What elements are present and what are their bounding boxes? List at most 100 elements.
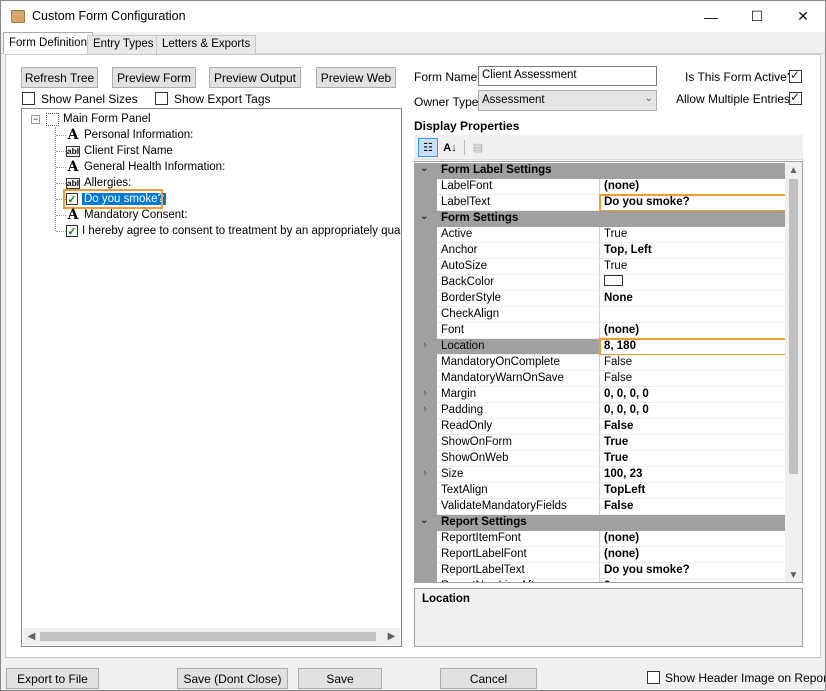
property-value[interactable]: Do you smoke? <box>600 563 787 579</box>
tree-node-client-first-name[interactable]: abl Client First Name <box>66 143 173 159</box>
property-value[interactable]: 0, 0, 0, 0 <box>600 403 787 419</box>
scroll-down-icon[interactable]: ▼ <box>785 567 802 582</box>
property-row[interactable]: BorderStyle None <box>415 291 787 307</box>
property-row[interactable]: ShowOnForm True <box>415 435 787 451</box>
property-grid[interactable]: ⌄ Form Label Settings LabelFont (none) Label… <box>414 161 803 583</box>
property-row[interactable]: ReadOnly False <box>415 419 787 435</box>
save-button[interactable]: Save <box>298 668 382 689</box>
property-row[interactable]: BackColor <box>415 275 787 291</box>
collapse-toggle-icon[interactable]: − <box>31 115 40 124</box>
chevron-down-icon[interactable]: ⌄ <box>420 163 428 174</box>
property-value-text: None <box>604 292 633 304</box>
property-name: MandatoryWarnOnSave <box>437 371 600 387</box>
refresh-tree-button[interactable]: Refresh Tree <box>21 67 98 88</box>
chevron-right-icon[interactable]: › <box>423 403 427 415</box>
property-value[interactable]: 100, 23 <box>600 467 787 483</box>
property-row[interactable]: Anchor Top, Left <box>415 243 787 259</box>
scroll-left-icon[interactable]: ◀ <box>23 628 40 645</box>
property-value[interactable]: True <box>600 259 787 275</box>
tree-node-consent-agreement[interactable]: ✓ I hereby agree to consent to treatment… <box>66 223 401 239</box>
property-row[interactable]: AutoSize True <box>415 259 787 275</box>
scroll-right-icon[interactable]: ▶ <box>383 628 400 645</box>
chevron-down-icon[interactable]: ⌄ <box>420 211 428 222</box>
property-value[interactable]: False <box>600 371 787 387</box>
tab-letters-exports[interactable]: Letters & Exports <box>156 35 257 54</box>
property-row[interactable]: ReportLabelFont (none) <box>415 547 787 563</box>
scroll-thumb[interactable] <box>40 632 376 641</box>
export-to-file-button[interactable]: Export to File <box>6 668 99 689</box>
save-dont-close-button[interactable]: Save (Dont Close) <box>177 668 288 689</box>
property-value[interactable]: True <box>600 435 787 451</box>
property-row[interactable]: TextAlign TopLeft <box>415 483 787 499</box>
property-value[interactable]: (none) <box>600 179 787 195</box>
form-name-input[interactable]: Client Assessment <box>478 66 657 86</box>
chevron-right-icon[interactable]: › <box>423 467 427 479</box>
property-row[interactable]: MandatoryOnComplete False <box>415 355 787 371</box>
minimize-button[interactable]: — <box>688 1 734 32</box>
property-value[interactable]: (none) <box>600 323 787 339</box>
tree-horizontal-scrollbar[interactable]: ◀ ▶ <box>23 628 400 645</box>
property-value[interactable]: False <box>600 419 787 435</box>
property-row[interactable]: ShowOnWeb True <box>415 451 787 467</box>
tab-entry-types[interactable]: Entry Types <box>87 35 160 54</box>
property-value[interactable]: (none) <box>600 547 787 563</box>
scroll-thumb[interactable] <box>789 179 798 474</box>
property-category[interactable]: ⌄ Form Settings <box>415 211 787 227</box>
chevron-right-icon[interactable]: › <box>423 387 427 399</box>
property-category[interactable]: ⌄ Report Settings <box>415 515 787 531</box>
tree-node-personal-information[interactable]: A Personal Information: <box>66 127 194 143</box>
preview-output-button[interactable]: Preview Output <box>209 67 301 88</box>
property-value[interactable] <box>600 275 787 291</box>
property-row[interactable]: MandatoryWarnOnSave False <box>415 371 787 387</box>
property-row[interactable]: LabelFont (none) <box>415 179 787 195</box>
property-value[interactable]: True <box>600 227 787 243</box>
property-value[interactable]: TopLeft <box>600 483 787 499</box>
form-active-checkbox[interactable] <box>789 68 802 83</box>
panel-icon <box>46 112 59 126</box>
tree-node-mandatory-consent[interactable]: A Mandatory Consent: <box>66 207 188 223</box>
scroll-up-icon[interactable]: ▲ <box>785 162 802 179</box>
categorized-view-icon[interactable]: ☷ <box>418 138 438 157</box>
tree-node-main-form-panel[interactable]: Main Form Panel <box>46 111 151 127</box>
property-row[interactable]: Font (none) <box>415 323 787 339</box>
show-header-image-checkbox[interactable] <box>647 671 660 684</box>
property-value[interactable]: None <box>600 291 787 307</box>
show-export-tags-checkbox[interactable] <box>155 92 168 105</box>
property-name: ValidateMandatoryFields <box>437 499 600 515</box>
chevron-right-icon[interactable]: › <box>423 339 427 351</box>
close-button[interactable]: ✕ <box>780 1 825 32</box>
property-value[interactable]: 0 <box>600 579 787 582</box>
property-row[interactable]: ReportNewLineAfter 0 <box>415 579 787 582</box>
property-row[interactable]: › Padding 0, 0, 0, 0 <box>415 403 787 419</box>
property-category[interactable]: ⌄ Form Label Settings <box>415 163 787 179</box>
property-value[interactable]: False <box>600 499 787 515</box>
property-value[interactable]: False <box>600 355 787 371</box>
owner-type-select[interactable]: Assessment ⌄ <box>478 90 657 111</box>
property-row[interactable]: › Margin 0, 0, 0, 0 <box>415 387 787 403</box>
property-row[interactable]: ValidateMandatoryFields False <box>415 499 787 515</box>
property-pages-icon[interactable]: ▤ <box>468 138 488 157</box>
property-grid-vertical-scrollbar[interactable]: ▲ ▼ <box>785 162 802 582</box>
preview-web-button[interactable]: Preview Web <box>316 67 396 88</box>
property-row[interactable]: › Size 100, 23 <box>415 467 787 483</box>
maximize-button[interactable]: ☐ <box>734 1 780 32</box>
tree-node-general-health-information[interactable]: A General Health Information: <box>66 159 226 175</box>
property-value[interactable]: 0, 0, 0, 0 <box>600 387 787 403</box>
property-name: LabelFont <box>437 179 600 195</box>
allow-multiple-entries-checkbox[interactable] <box>789 90 802 105</box>
form-tree-view[interactable]: − Main Form Panel A Personal Information… <box>21 108 402 647</box>
alphabetical-sort-icon[interactable]: A↓ <box>440 138 460 157</box>
property-value[interactable]: Top, Left <box>600 243 787 259</box>
show-panel-sizes-checkbox[interactable] <box>22 92 35 105</box>
property-row[interactable]: Active True <box>415 227 787 243</box>
preview-form-button[interactable]: Preview Form <box>112 67 196 88</box>
property-row[interactable]: ReportItemFont (none) <box>415 531 787 547</box>
cancel-button[interactable]: Cancel <box>440 668 537 689</box>
property-value[interactable]: True <box>600 451 787 467</box>
property-row[interactable]: CheckAlign <box>415 307 787 323</box>
property-row[interactable]: ReportLabelText Do you smoke? <box>415 563 787 579</box>
property-value[interactable] <box>600 307 787 323</box>
chevron-down-icon[interactable]: ⌄ <box>420 515 428 526</box>
property-value[interactable]: (none) <box>600 531 787 547</box>
tab-form-definition[interactable]: Form Definition <box>3 32 93 54</box>
